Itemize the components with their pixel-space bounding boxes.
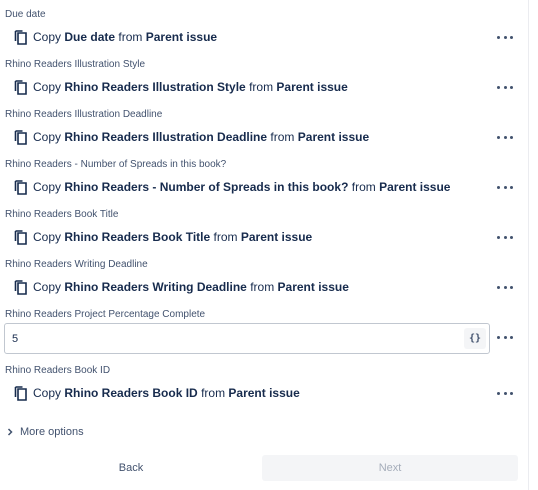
copy-row[interactable]: Copy Rhino Readers Illustration Deadline… xyxy=(0,126,528,148)
copy-row[interactable]: Copy Rhino Readers Book Title from Paren… xyxy=(0,226,528,248)
copy-row[interactable]: Copy Rhino Readers - Number of Spreads i… xyxy=(0,176,528,198)
more-icon[interactable] xyxy=(494,280,516,294)
copy-text: Copy Rhino Readers Illustration Style fr… xyxy=(33,80,348,94)
back-button[interactable]: Back xyxy=(0,455,262,481)
field-label-percentage: Rhino Readers Project Percentage Complet… xyxy=(5,309,206,320)
copy-row[interactable]: Copy Rhino Readers Book ID from Parent i… xyxy=(0,382,528,404)
more-icon[interactable] xyxy=(494,230,516,244)
copy-icon xyxy=(14,30,27,45)
copy-icon xyxy=(14,130,27,145)
field-label: Rhino Readers Book ID xyxy=(5,365,111,376)
field-label: Due date xyxy=(5,9,46,20)
copy-icon xyxy=(14,80,27,95)
copy-row[interactable]: Copy Rhino Readers Illustration Style fr… xyxy=(0,76,528,98)
field-label: Rhino Readers Writing Deadline xyxy=(5,259,148,270)
copy-icon xyxy=(14,280,27,295)
more-icon[interactable] xyxy=(494,386,516,400)
copy-text: Copy Rhino Readers Book ID from Parent i… xyxy=(33,386,300,400)
chevron-right-icon xyxy=(7,428,13,436)
scrollbar[interactable] xyxy=(534,0,538,490)
more-icon[interactable] xyxy=(494,330,516,344)
more-icon[interactable] xyxy=(494,180,516,194)
copy-text: Copy Rhino Readers Writing Deadline from… xyxy=(33,280,349,294)
more-options-toggle[interactable]: More options xyxy=(6,425,84,439)
copy-text: Copy Rhino Readers Book Title from Paren… xyxy=(33,230,313,244)
more-icon[interactable] xyxy=(494,130,516,144)
panel-edge xyxy=(528,0,529,490)
field-label: Rhino Readers Illustration Deadline xyxy=(5,109,163,120)
next-button[interactable]: Next xyxy=(262,455,518,481)
copy-text: Copy Rhino Readers Illustration Deadline… xyxy=(33,130,370,144)
copy-text: Copy Rhino Readers - Number of Spreads i… xyxy=(33,180,451,194)
copy-icon xyxy=(14,180,27,195)
copy-row[interactable]: Copy Due date from Parent issue xyxy=(0,26,528,48)
percentage-value[interactable]: 5 xyxy=(12,333,18,345)
percentage-input[interactable]: 5 {} xyxy=(4,323,490,354)
field-label: Rhino Readers - Number of Spreads in thi… xyxy=(5,159,227,170)
field-label: Rhino Readers Book Title xyxy=(5,209,119,220)
more-icon[interactable] xyxy=(494,80,516,94)
more-icon[interactable] xyxy=(494,30,516,44)
more-options-label: More options xyxy=(20,426,84,438)
field-label: Rhino Readers Illustration Style xyxy=(5,59,146,70)
copy-icon xyxy=(14,386,27,401)
copy-icon xyxy=(14,230,27,245)
copy-row[interactable]: Copy Rhino Readers Writing Deadline from… xyxy=(0,276,528,298)
smart-value-button[interactable]: {} xyxy=(464,328,486,349)
copy-text: Copy Due date from Parent issue xyxy=(33,30,218,44)
